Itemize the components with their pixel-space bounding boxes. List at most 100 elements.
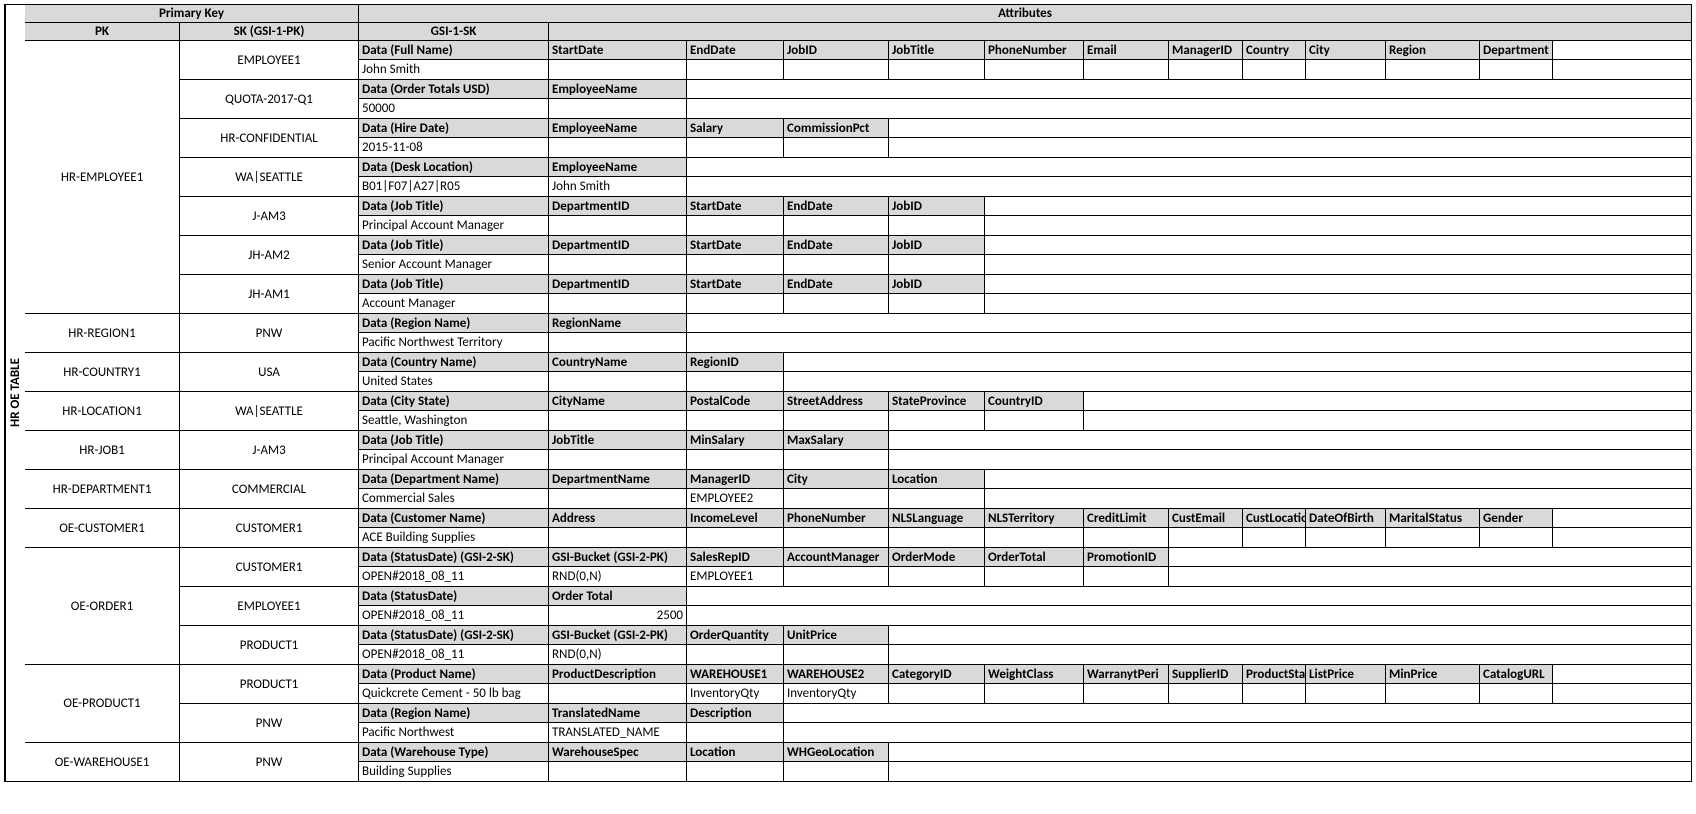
pk-block: HR-COUNTRY1USAData (Country Name)Country…: [25, 353, 1691, 392]
attr-rows: Data (StatusDate) (GSI-2-SK)GSI-Bucket (…: [359, 626, 1691, 664]
sk-block: PNWData (Region Name)TranslatedNameDescr…: [180, 704, 1691, 742]
attr-value-cell: [549, 216, 687, 235]
attr-header-cell: Data (Warehouse Type): [359, 743, 549, 761]
attr-value-cell: [549, 528, 687, 547]
sk-group: COMMERCIALData (Department Name)Departme…: [180, 470, 1691, 508]
attr-value-row: Seattle, Washington: [359, 411, 1691, 430]
sk-group: PRODUCT1Data (Product Name)ProductDescri…: [180, 665, 1691, 742]
attr-value-row: OPEN#2018_08_11RND(0,N)EMPLOYEE1: [359, 567, 1691, 586]
sk-block: USAData (Country Name)CountryNameRegionI…: [180, 353, 1691, 391]
attr-header-row: Data (StatusDate)Order Total: [359, 587, 1691, 606]
attr-value-cell: [784, 489, 889, 508]
attr-header-cell: Data (Hire Date): [359, 119, 549, 137]
attr-value-cell: [1084, 528, 1169, 547]
sk-cell: JH-AM2: [180, 236, 359, 274]
side-label: HR OE TABLE: [5, 5, 25, 781]
sk-cell: J-AM3: [180, 431, 359, 469]
attr-header-cell: Email: [1084, 41, 1169, 59]
attr-header-cell: EmployeeName: [549, 158, 687, 176]
attr-header-cell: StartDate: [549, 41, 687, 59]
attr-value-cell: Building Supplies: [359, 762, 549, 781]
attr-rows: Data (Desk Location)EmployeeNameB01|F07|…: [359, 158, 1691, 196]
attr-header-cell: DateOfBirth: [1306, 509, 1386, 527]
attr-value-cell: [889, 216, 985, 235]
attr-value-cell: Commercial Sales: [359, 489, 549, 508]
attr-value-cell: [687, 255, 784, 274]
attr-value-cell: [784, 567, 889, 586]
attr-header-cell: JobID: [889, 236, 985, 254]
pk-block: HR-JOB1J-AM3Data (Job Title)JobTitleMinS…: [25, 431, 1691, 470]
pk-cell: HR-DEPARTMENT1: [25, 470, 180, 508]
attr-header-cell: Data (Product Name): [359, 665, 549, 683]
attr-header-cell: JobTitle: [549, 431, 687, 449]
attr-value-cell: [549, 684, 687, 703]
attr-value-cell: Pacific Northwest Territory: [359, 333, 549, 352]
attr-rows: Data (Region Name)TranslatedNameDescript…: [359, 704, 1691, 742]
pk-cell: HR-COUNTRY1: [25, 353, 180, 391]
attr-header-cell: OrderQuantity: [687, 626, 784, 644]
pk-cell: HR-REGION1: [25, 314, 180, 352]
attr-header-cell: DepartmentName: [549, 470, 687, 488]
sk-block: J-AM3Data (Job Title)DepartmentIDStartDa…: [180, 197, 1691, 236]
attr-header-cell: WHGeoLocation: [784, 743, 889, 761]
attr-value-row: OPEN#2018_08_11RND(0,N): [359, 645, 1691, 664]
attr-value-cell: [549, 372, 687, 391]
sk-cell: PNW: [180, 314, 359, 352]
attr-value-cell: [687, 450, 784, 469]
attr-header-cell: Data (Country Name): [359, 353, 549, 371]
attr-value-cell: [687, 60, 784, 79]
sk-group: WA|SEATTLEData (City State)CityNamePosta…: [180, 392, 1691, 430]
attr-value-row: 2015-11-08: [359, 138, 1691, 157]
sk-block: CUSTOMER1Data (StatusDate) (GSI-2-SK)GSI…: [180, 548, 1691, 587]
sk-cell: J-AM3: [180, 197, 359, 235]
attr-value-cell: [549, 99, 687, 118]
attr-header-cell: WAREHOUSE2: [784, 665, 889, 683]
attr-value-row: Pacific NorthwestTRANSLATED_NAME: [359, 723, 1691, 742]
attr-value-cell: [687, 723, 784, 742]
pk-block: OE-ORDER1CUSTOMER1Data (StatusDate) (GSI…: [25, 548, 1691, 665]
attr-header-row: Data (Order Totals USD)EmployeeName: [359, 80, 1691, 99]
attr-header-cell: PhoneNumber: [985, 41, 1084, 59]
attr-header-cell: CatalogURL: [1480, 665, 1553, 683]
attr-value-cell: [1480, 60, 1553, 79]
attr-value-cell: B01|F07|A27|R05: [359, 177, 549, 196]
sk-cell: USA: [180, 353, 359, 391]
attr-header-cell: ListPrice: [1306, 665, 1386, 683]
attr-header-cell: EmployeeName: [549, 80, 687, 98]
attr-value-row: Principal Account Manager: [359, 450, 1691, 469]
pk-cell: HR-JOB1: [25, 431, 180, 469]
attr-rows: Data (StatusDate)Order TotalOPEN#2018_08…: [359, 587, 1691, 625]
attr-header-cell: JobID: [889, 275, 985, 293]
attr-header-cell: PostalCode: [687, 392, 784, 410]
attr-header-cell: Data (Job Title): [359, 431, 549, 449]
pk-cell: OE-WAREHOUSE1: [25, 743, 180, 781]
attr-value-cell: [784, 762, 889, 781]
attr-value-cell: [687, 762, 784, 781]
attr-header-cell: ProductDescription: [549, 665, 687, 683]
pk-block: HR-REGION1PNWData (Region Name)RegionNam…: [25, 314, 1691, 353]
attr-header-row: Data (City State)CityNamePostalCodeStree…: [359, 392, 1691, 411]
attr-value-cell: [549, 138, 687, 157]
attr-header-cell: EndDate: [784, 236, 889, 254]
attr-value-row: United States: [359, 372, 1691, 391]
attr-value-cell: [687, 411, 784, 430]
attr-value-cell: [1243, 528, 1306, 547]
attr-header-cell: City: [784, 470, 889, 488]
attr-value-cell: OPEN#2018_08_11: [359, 567, 549, 586]
attr-value-cell: [549, 762, 687, 781]
sk-block: JH-AM1Data (Job Title)DepartmentIDStartD…: [180, 275, 1691, 313]
sk-block: WA|SEATTLEData (Desk Location)EmployeeNa…: [180, 158, 1691, 197]
attr-rows: Data (StatusDate) (GSI-2-SK)GSI-Bucket (…: [359, 548, 1691, 586]
attr-value-cell: [985, 411, 1084, 430]
attr-header-cell: TranslatedName: [549, 704, 687, 722]
sk-block: PNWData (Warehouse Type)WarehouseSpecLoc…: [180, 743, 1691, 781]
attr-value-cell: [784, 450, 889, 469]
attr-value-cell: [549, 333, 687, 352]
attr-header-cell: CustLocatio: [1243, 509, 1306, 527]
pk-block: OE-PRODUCT1PRODUCT1Data (Product Name)Pr…: [25, 665, 1691, 743]
attr-header-cell: SupplierID: [1169, 665, 1243, 683]
sk-block: PNWData (Region Name)RegionNamePacific N…: [180, 314, 1691, 352]
sk-block: EMPLOYEE1Data (StatusDate)Order TotalOPE…: [180, 587, 1691, 626]
attr-value-cell: Principal Account Manager: [359, 216, 549, 235]
attr-rows: Data (Order Totals USD)EmployeeName50000: [359, 80, 1691, 118]
